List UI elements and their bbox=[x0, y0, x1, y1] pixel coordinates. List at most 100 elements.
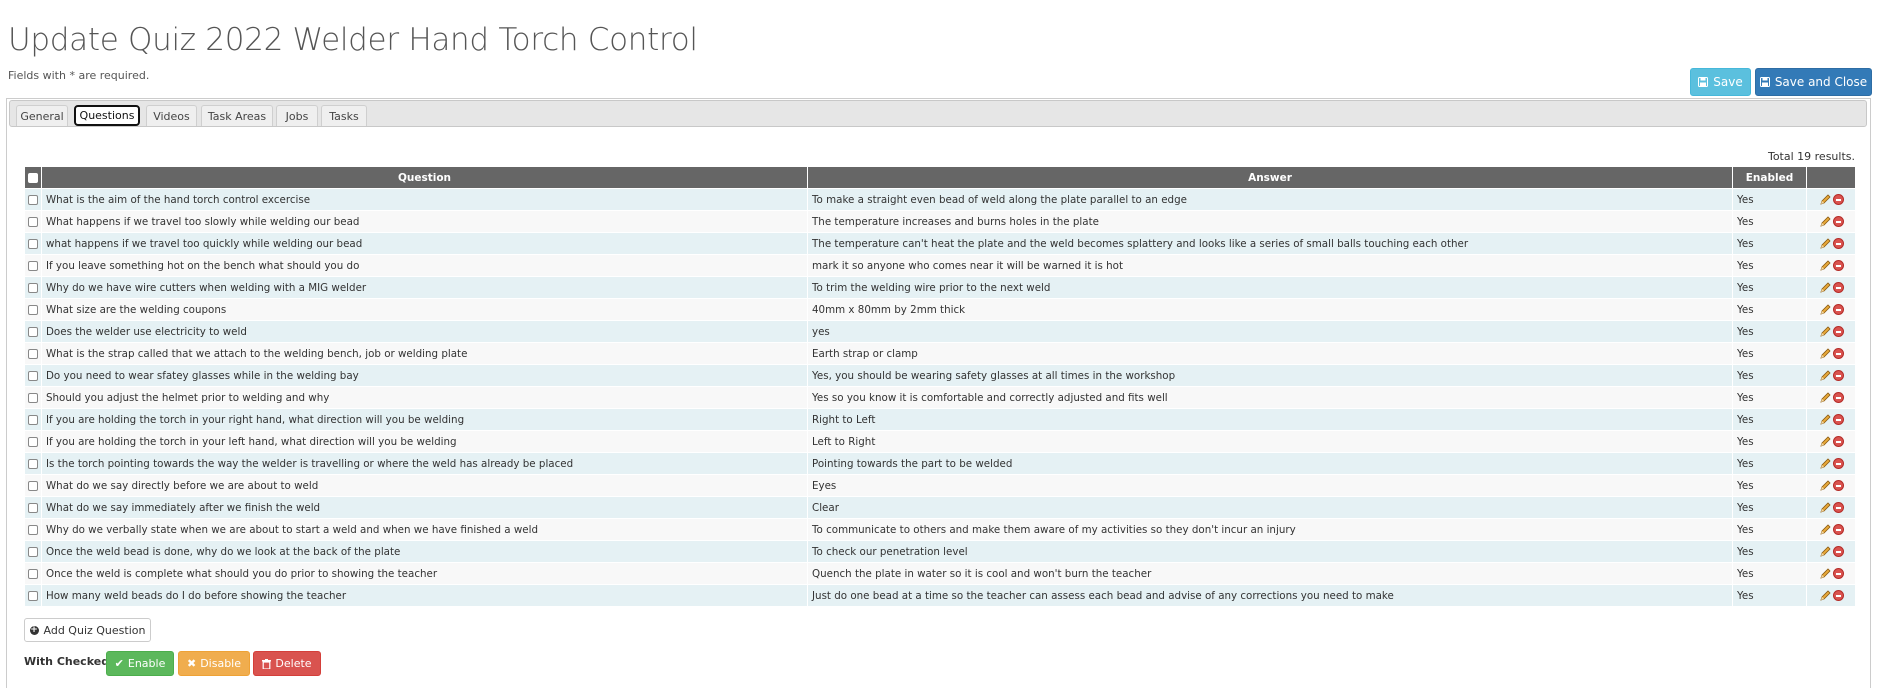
delete-button[interactable]: Delete bbox=[253, 651, 321, 676]
enabled-cell: Yes bbox=[1732, 210, 1807, 233]
pencil-icon[interactable] bbox=[1819, 589, 1831, 602]
pencil-icon[interactable] bbox=[1819, 479, 1831, 492]
disable-button[interactable]: ✖ Disable bbox=[178, 651, 250, 676]
pencil-icon[interactable] bbox=[1819, 303, 1831, 316]
tab-videos[interactable]: Videos bbox=[146, 105, 197, 126]
answer-cell: To make a straight even bead of weld alo… bbox=[807, 188, 1733, 211]
enabled-cell: Yes bbox=[1732, 408, 1807, 431]
row-checkbox[interactable] bbox=[28, 194, 38, 205]
row-checkbox[interactable] bbox=[28, 458, 38, 469]
minus-circle-icon[interactable] bbox=[1832, 348, 1844, 359]
minus-circle-icon[interactable] bbox=[1832, 436, 1844, 447]
pencil-icon[interactable] bbox=[1819, 391, 1831, 404]
tab-tasks[interactable]: Tasks bbox=[321, 105, 367, 126]
pencil-icon[interactable] bbox=[1819, 545, 1831, 558]
minus-circle-icon[interactable] bbox=[1832, 590, 1844, 601]
column-header-question[interactable]: Question bbox=[41, 166, 808, 189]
row-checkbox-cell bbox=[24, 540, 42, 563]
minus-circle-icon[interactable] bbox=[1832, 216, 1844, 227]
save-button[interactable]: Save bbox=[1690, 68, 1751, 96]
add-quiz-question-button[interactable]: + Add Quiz Question bbox=[24, 618, 151, 642]
minus-circle-icon[interactable] bbox=[1832, 326, 1844, 337]
row-checkbox[interactable] bbox=[28, 502, 38, 513]
tab-general[interactable]: General bbox=[16, 105, 68, 126]
question-cell: Should you adjust the helmet prior to we… bbox=[41, 386, 808, 409]
row-checkbox[interactable] bbox=[28, 326, 38, 337]
minus-circle-icon[interactable] bbox=[1832, 304, 1844, 315]
pencil-icon[interactable] bbox=[1819, 237, 1831, 250]
row-checkbox[interactable] bbox=[28, 392, 38, 403]
plus-circle-icon: + bbox=[29, 624, 39, 635]
minus-circle-icon[interactable] bbox=[1832, 282, 1844, 293]
table-row: What do we say directly before we are ab… bbox=[24, 474, 1856, 497]
row-checkbox[interactable] bbox=[28, 568, 38, 579]
minus-circle-icon[interactable] bbox=[1832, 524, 1844, 535]
enable-button[interactable]: ✔ Enable bbox=[106, 651, 174, 676]
row-checkbox[interactable] bbox=[28, 282, 38, 293]
question-cell: Why do we have wire cutters when welding… bbox=[41, 276, 808, 299]
tab-jobs[interactable]: Jobs bbox=[276, 105, 318, 126]
row-checkbox[interactable] bbox=[28, 546, 38, 557]
minus-circle-icon[interactable] bbox=[1832, 414, 1844, 425]
pencil-icon[interactable] bbox=[1819, 413, 1831, 426]
row-checkbox[interactable] bbox=[28, 216, 38, 227]
row-checkbox[interactable] bbox=[28, 414, 38, 425]
pencil-icon[interactable] bbox=[1819, 215, 1831, 228]
minus-circle-icon[interactable] bbox=[1832, 392, 1844, 403]
minus-circle-icon[interactable] bbox=[1832, 238, 1844, 249]
enabled-cell: Yes bbox=[1732, 386, 1807, 409]
question-cell: Does the welder use electricity to weld bbox=[41, 320, 808, 343]
row-checkbox[interactable] bbox=[28, 238, 38, 249]
tab-questions[interactable]: Questions bbox=[74, 105, 140, 126]
minus-circle-icon[interactable] bbox=[1832, 260, 1844, 271]
pencil-icon[interactable] bbox=[1819, 325, 1831, 338]
enabled-cell: Yes bbox=[1732, 518, 1807, 541]
column-header-answer[interactable]: Answer bbox=[807, 166, 1733, 189]
tab-bar: General Questions Videos Task Areas Jobs… bbox=[9, 100, 1867, 127]
answer-cell: Left to Right bbox=[807, 430, 1733, 453]
row-checkbox[interactable] bbox=[28, 590, 38, 601]
pencil-icon[interactable] bbox=[1819, 567, 1831, 580]
row-checkbox[interactable] bbox=[28, 436, 38, 447]
minus-circle-icon[interactable] bbox=[1832, 546, 1844, 557]
pencil-icon[interactable] bbox=[1819, 435, 1831, 448]
pencil-icon[interactable] bbox=[1819, 457, 1831, 470]
select-all-checkbox[interactable] bbox=[28, 172, 38, 183]
pencil-icon[interactable] bbox=[1819, 259, 1831, 272]
save-and-close-button[interactable]: Save and Close bbox=[1755, 68, 1872, 96]
question-cell: What is the strap called that we attach … bbox=[41, 342, 808, 365]
tab-task-areas[interactable]: Task Areas bbox=[201, 105, 273, 126]
row-checkbox-cell bbox=[24, 210, 42, 233]
question-cell: Why do we verbally state when we are abo… bbox=[41, 518, 808, 541]
pencil-icon[interactable] bbox=[1819, 369, 1831, 382]
pencil-icon[interactable] bbox=[1819, 347, 1831, 360]
row-checkbox-cell bbox=[24, 320, 42, 343]
column-header-actions bbox=[1806, 166, 1856, 189]
minus-circle-icon[interactable] bbox=[1832, 502, 1844, 513]
row-checkbox[interactable] bbox=[28, 348, 38, 359]
row-checkbox-cell bbox=[24, 474, 42, 497]
row-checkbox[interactable] bbox=[28, 304, 38, 315]
save-and-close-label: Save and Close bbox=[1774, 75, 1868, 89]
row-actions bbox=[1806, 584, 1856, 607]
answer-cell: Right to Left bbox=[807, 408, 1733, 431]
add-quiz-question-label: Add Quiz Question bbox=[43, 623, 146, 637]
check-icon: ✔ bbox=[114, 657, 124, 670]
row-checkbox[interactable] bbox=[28, 260, 38, 271]
pencil-icon[interactable] bbox=[1819, 501, 1831, 514]
minus-circle-icon[interactable] bbox=[1832, 370, 1844, 381]
row-checkbox[interactable] bbox=[28, 370, 38, 381]
pencil-icon[interactable] bbox=[1819, 193, 1831, 206]
minus-circle-icon[interactable] bbox=[1832, 568, 1844, 579]
minus-circle-icon[interactable] bbox=[1832, 458, 1844, 469]
minus-circle-icon[interactable] bbox=[1832, 194, 1844, 205]
pencil-icon[interactable] bbox=[1819, 281, 1831, 294]
pencil-icon[interactable] bbox=[1819, 523, 1831, 536]
question-cell: Once the weld bead is done, why do we lo… bbox=[41, 540, 808, 563]
answer-cell: yes bbox=[807, 320, 1733, 343]
minus-circle-icon[interactable] bbox=[1832, 480, 1844, 491]
answer-cell: Earth strap or clamp bbox=[807, 342, 1733, 365]
row-checkbox[interactable] bbox=[28, 480, 38, 491]
row-checkbox[interactable] bbox=[28, 524, 38, 535]
column-header-enabled[interactable]: Enabled bbox=[1732, 166, 1807, 189]
